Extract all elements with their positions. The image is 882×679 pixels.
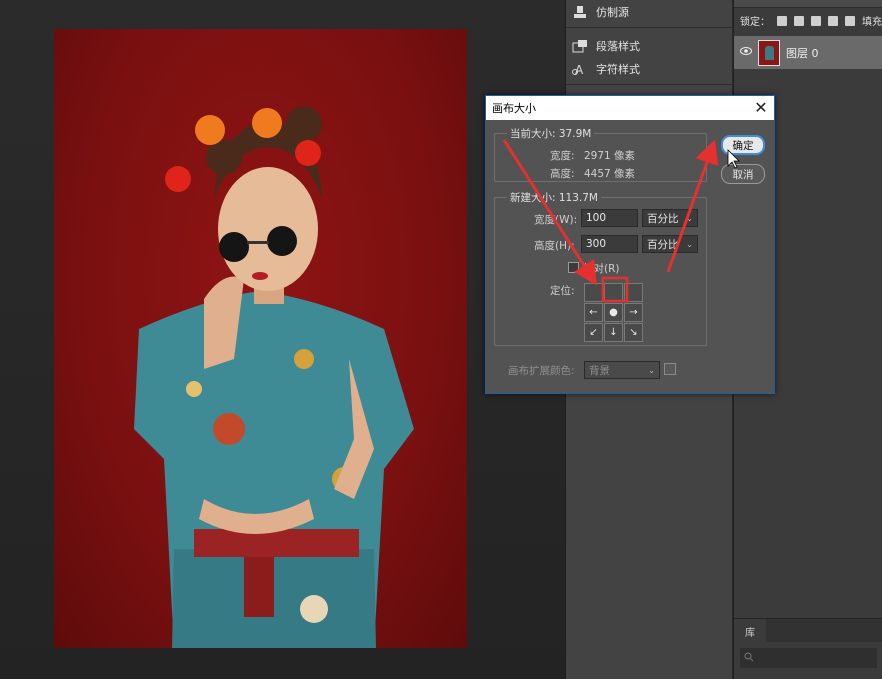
tab-library[interactable]: 库 [734, 619, 766, 643]
new-width-unit: 百分比 [647, 212, 679, 225]
current-height-label: 高度: [550, 168, 575, 180]
dialog-title: 画布大小 [492, 102, 536, 115]
layer-row[interactable]: 图层 0 [734, 36, 882, 69]
paragraph-styles-label: 段落样式 [596, 40, 640, 53]
current-size-legend: 当前大小: 37.9M [510, 128, 592, 140]
current-width-value: 2971 像素 [584, 150, 636, 162]
anchor-bottom-right[interactable]: ↘ [624, 323, 643, 342]
new-width-input[interactable] [581, 209, 638, 227]
panel-clone-source[interactable]: 仿制源 [572, 2, 629, 22]
chevron-down-icon: ⌄ [686, 239, 693, 249]
search-icon [744, 652, 754, 665]
ok-button[interactable]: 确定 [721, 135, 765, 155]
panel-character-styles[interactable]: A 字符样式 [572, 59, 640, 79]
lock-label: 锁定： [740, 17, 770, 28]
chevron-down-icon: ⌄ [648, 365, 655, 375]
anchor-bottom-center[interactable]: ↓ [604, 323, 623, 342]
stamp-icon [572, 5, 588, 19]
panel-divider [566, 27, 733, 28]
eye-icon[interactable] [740, 46, 752, 59]
anchor-label: 定位: [550, 285, 575, 297]
ext-color-value: 背景 [589, 364, 610, 377]
lock-artboard-icon[interactable] [828, 15, 838, 26]
lock-row: 锁定： 填充 [740, 13, 882, 28]
dialog-titlebar: 画布大小 ✕ [486, 96, 774, 120]
current-height-value: 4457 像素 [584, 168, 636, 180]
lock-transparent-icon[interactable] [777, 15, 787, 26]
clone-source-label: 仿制源 [596, 6, 629, 19]
panel-paragraph-styles[interactable]: 段落样式 [572, 36, 640, 56]
anchor-middle-left[interactable]: ← [584, 303, 603, 322]
layers-toolbar [734, 0, 882, 8]
ext-color-select[interactable]: 背景 ⌄ [584, 361, 660, 379]
anchor-top-right[interactable] [624, 283, 643, 302]
new-height-unit: 百分比 [647, 238, 679, 251]
lock-move-icon[interactable] [811, 15, 821, 26]
anchor-bottom-left[interactable]: ↙ [584, 323, 603, 342]
anchor-middle-right[interactable]: → [624, 303, 643, 322]
anchor-center[interactable]: ● [604, 303, 623, 322]
ext-color-swatch[interactable] [664, 363, 676, 375]
relative-checkbox[interactable] [568, 262, 579, 273]
anchor-top-left[interactable] [584, 283, 603, 302]
lock-paint-icon[interactable] [794, 15, 804, 26]
paragraph-styles-icon [572, 39, 588, 53]
layer-thumbnail [758, 39, 780, 66]
close-icon[interactable]: ✕ [752, 99, 770, 117]
anchor-top-center[interactable] [604, 283, 623, 302]
new-width-label: 宽度(W): [534, 214, 578, 226]
current-width-label: 宽度: [550, 150, 575, 162]
relative-label: 相对(R) [583, 263, 620, 275]
layer-name: 图层 0 [786, 46, 819, 60]
ext-color-label: 画布扩展颜色: [508, 365, 575, 377]
chevron-down-icon: ⌄ [686, 213, 693, 223]
library-search[interactable] [740, 648, 877, 668]
character-styles-icon: A [572, 62, 588, 77]
new-height-label: 高度(H): [534, 240, 575, 252]
document-workspace [0, 0, 565, 679]
panel-divider [566, 84, 733, 85]
new-height-unit-select[interactable]: 百分比 ⌄ [642, 235, 698, 253]
anchor-grid: ← ● → ↙ ↓ ↘ [584, 283, 643, 342]
canvas-photo [54, 29, 467, 648]
library-header: 库 [734, 618, 882, 643]
fill-label: 填充 [862, 17, 882, 28]
cancel-button[interactable]: 取消 [721, 164, 765, 184]
portrait-illustration [134, 106, 414, 648]
canvas-size-dialog: 画布大小 ✕ 当前大小: 37.9M 宽度: 2971 像素 高度: 4457 … [485, 95, 775, 394]
lock-all-icon[interactable] [845, 15, 855, 26]
new-size-legend: 新建大小: 113.7M [510, 192, 598, 204]
character-styles-label: 字符样式 [596, 63, 640, 76]
new-width-unit-select[interactable]: 百分比 ⌄ [642, 209, 698, 227]
new-height-input[interactable] [581, 235, 638, 253]
